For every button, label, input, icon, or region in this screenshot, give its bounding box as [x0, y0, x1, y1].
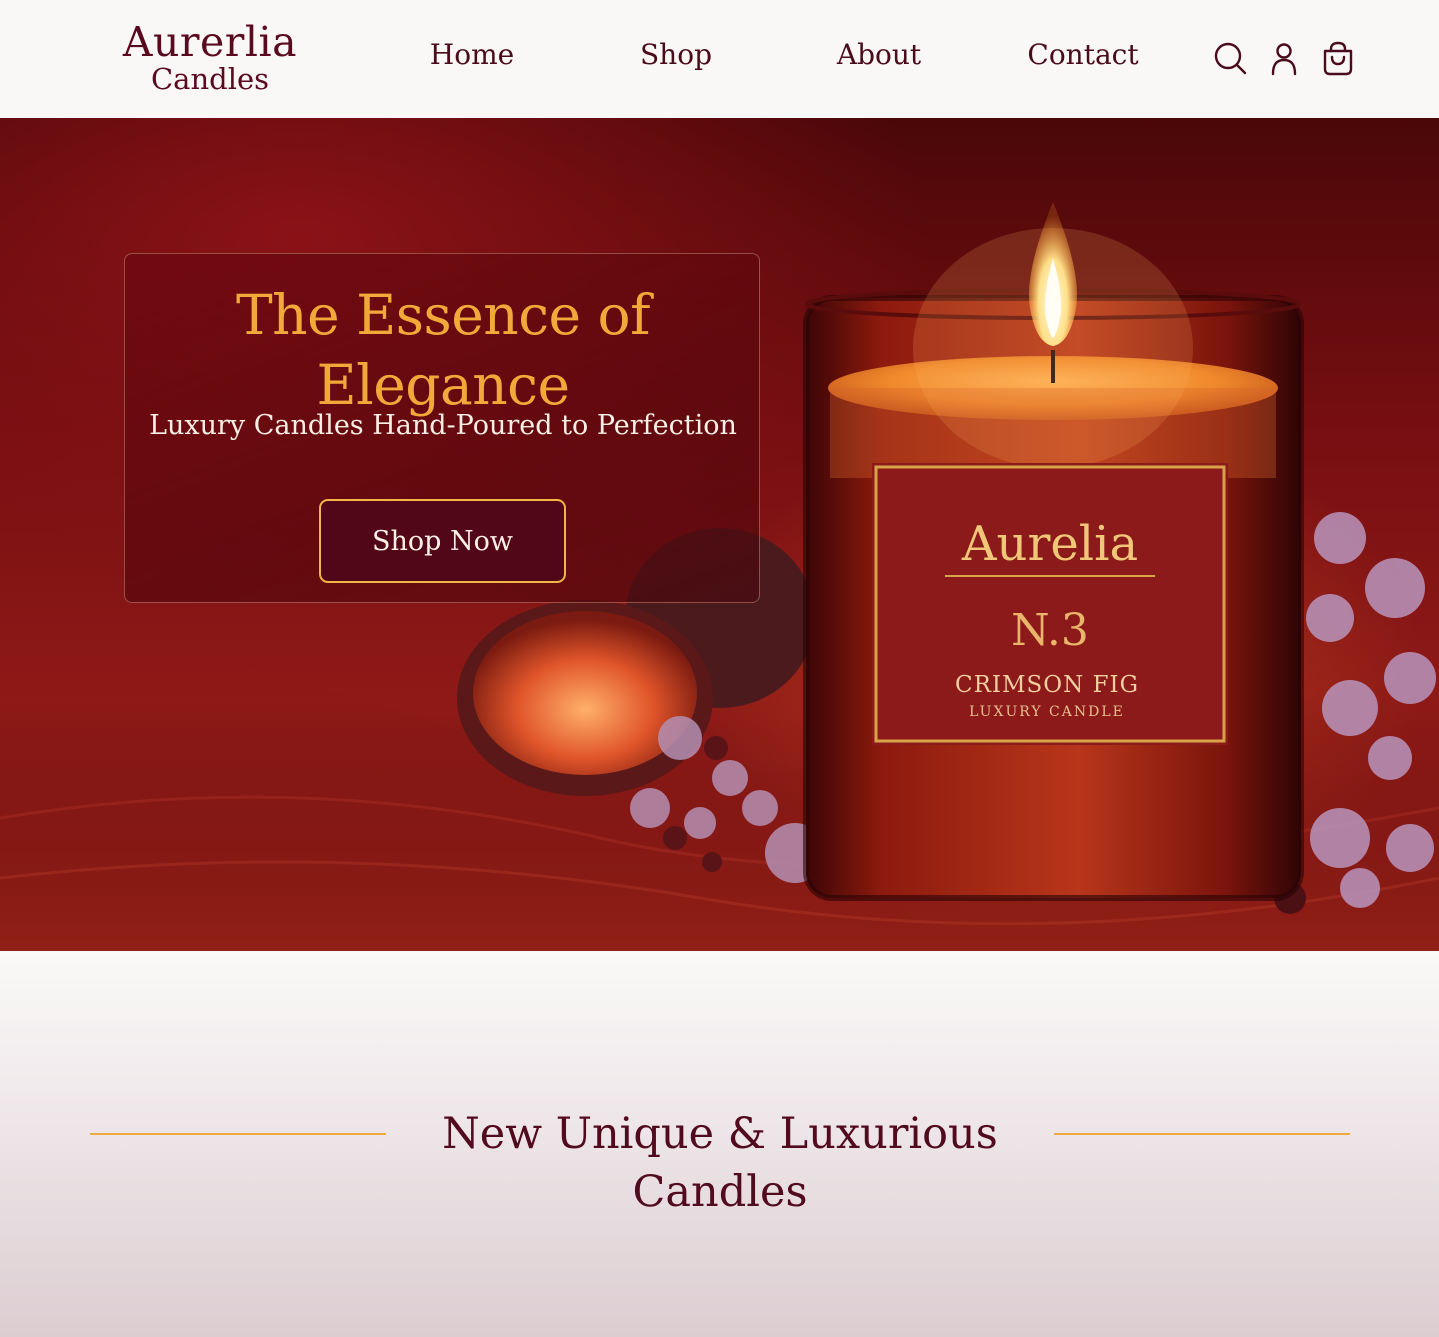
- label-type: LUXURY CANDLE: [969, 704, 1125, 720]
- nav-contact[interactable]: Contact: [1003, 37, 1163, 73]
- brand-subtitle: Candles: [150, 62, 270, 96]
- divider-left: [90, 1133, 386, 1135]
- label-brand: Aurelia: [961, 516, 1138, 572]
- hero-banner: Aurelia N.3 CRIMSON FIG LUXURY CANDLE Th…: [0, 118, 1439, 951]
- nav-shop[interactable]: Shop: [596, 37, 756, 73]
- nav-about[interactable]: About: [799, 37, 959, 73]
- brand-name: Aurerlia: [122, 18, 298, 66]
- label-name: CRIMSON FIG: [955, 672, 1139, 698]
- shop-now-button[interactable]: Shop Now: [319, 499, 566, 583]
- hero-card: The Essence of Elegance Luxury Candles H…: [124, 253, 760, 603]
- nav-home[interactable]: Home: [392, 37, 552, 73]
- label-number: N.3: [1011, 605, 1089, 656]
- shopping-bag-icon[interactable]: [1318, 38, 1358, 78]
- new-candles-section: New Unique & Luxurious Candles: [0, 951, 1439, 1337]
- brand-logo[interactable]: Aurerlia Candles: [120, 22, 300, 94]
- hero-title: The Essence of Elegance: [235, 283, 651, 417]
- site-header: Aurerlia Candles Home Shop About Contact: [0, 0, 1439, 118]
- section-title: New Unique & Luxurious Candles: [442, 1109, 998, 1217]
- hero-subtitle: Luxury Candles Hand-Poured to Perfection: [149, 410, 737, 441]
- search-icon[interactable]: [1210, 38, 1250, 78]
- divider-right: [1054, 1133, 1350, 1135]
- account-icon[interactable]: [1264, 38, 1304, 78]
